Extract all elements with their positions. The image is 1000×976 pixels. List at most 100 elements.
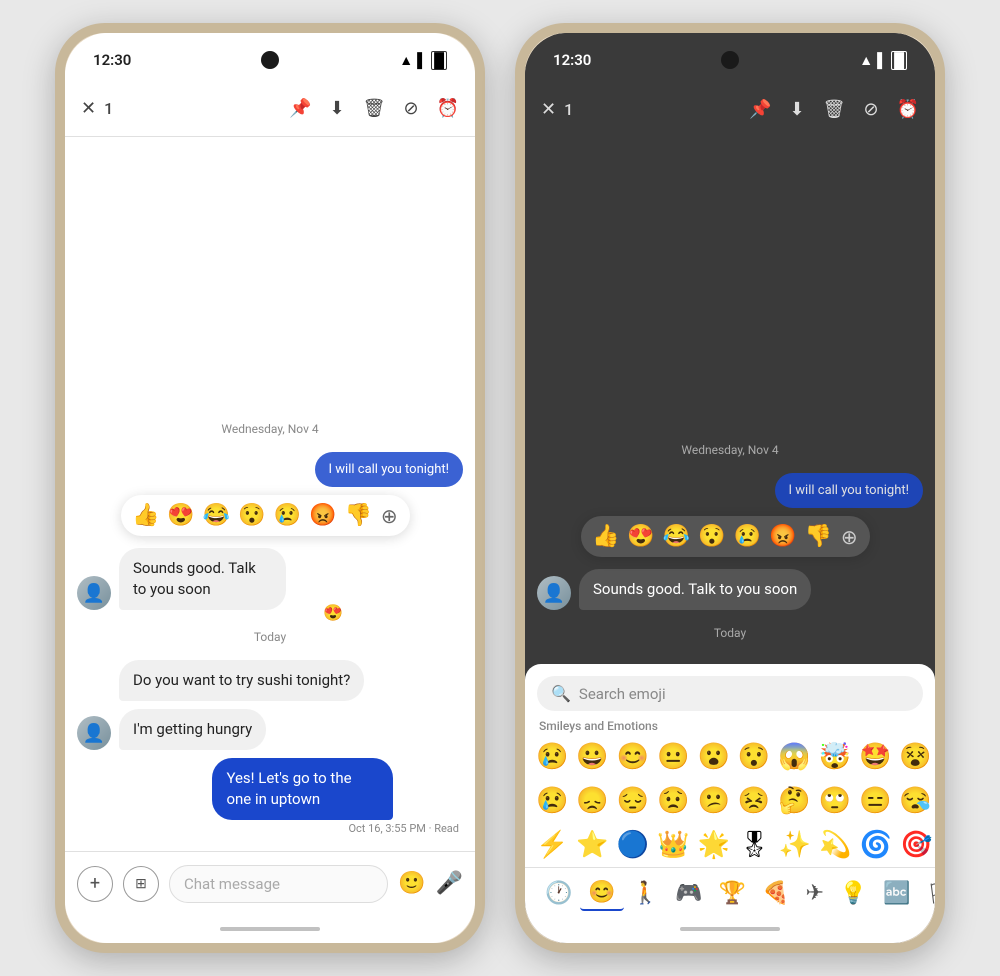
add-button[interactable]: + [77, 866, 113, 902]
power-button[interactable] [481, 173, 485, 233]
emoji-cell[interactable]: 😑 [856, 783, 894, 819]
reaction-bar-dark[interactable]: 👍 😍 😂 😯 😢 😡 👎 ⊕ [581, 516, 870, 557]
pin-icon[interactable]: 📌 [289, 98, 311, 119]
reaction-surprised-dark[interactable]: 😯 [695, 522, 728, 551]
sent-bubble-1: Yes! Let's go to the one in uptown [212, 758, 392, 820]
emoji-cell[interactable]: 😱 [775, 739, 813, 775]
emoji-cell[interactable]: 😢 [533, 739, 571, 775]
reaction-crying[interactable]: 😢 [271, 501, 304, 530]
emoji-cell[interactable]: 😪 [896, 783, 934, 819]
reaction-thumbs-up-dark[interactable]: 👍 [589, 522, 622, 551]
emoji-cell[interactable]: 😣 [735, 783, 773, 819]
media-button[interactable]: ⊞ [123, 866, 159, 902]
block-icon-dark[interactable]: ⊘ [863, 99, 878, 120]
emoji-cell[interactable]: 👑 [654, 827, 692, 863]
emoji-nav-food[interactable]: 🍕 [754, 877, 797, 910]
emoji-cell[interactable]: 😯 [735, 739, 773, 775]
truncated-bubble: I will call you tonight! [315, 452, 463, 487]
pin-icon-dark[interactable]: 📌 [749, 99, 771, 120]
emoji-cell[interactable]: 🤔 [775, 783, 813, 819]
reaction-heart-eyes-dark[interactable]: 😍 [624, 522, 657, 551]
reaction-angry-dark[interactable]: 😡 [766, 522, 799, 551]
vol-down-button[interactable] [55, 203, 59, 243]
reaction-surprised[interactable]: 😯 [235, 501, 268, 530]
delete-icon-dark[interactable]: 🗑 [823, 99, 846, 120]
emoji-cell[interactable]: 🌀 [857, 827, 895, 863]
received-msg-1-row: 👤 Sounds good. Talk to you soon 😍 [77, 548, 463, 610]
date-separator-dark-2: Today [537, 626, 923, 640]
emoji-cell[interactable]: 🌟 [695, 827, 733, 863]
received-msg-2-row: Do you want to try sushi tonight? [77, 660, 463, 701]
reaction-laughing-dark[interactable]: 😂 [660, 522, 693, 551]
close-icon[interactable]: ✕ [81, 98, 96, 119]
reaction-heart-eyes[interactable]: 😍 [164, 501, 197, 530]
emoji-nav-travel[interactable]: ✈ [797, 877, 831, 910]
reaction-laughing[interactable]: 😂 [200, 501, 233, 530]
vol-up-button[interactable] [55, 153, 59, 193]
reaction-bar[interactable]: 👍 😍 😂 😯 😢 😡 👎 ⊕ [121, 495, 410, 536]
reaction-angry[interactable]: 😡 [306, 501, 339, 530]
emoji-cell[interactable]: 😵 [896, 739, 934, 775]
emoji-navigation: 🕐 😊 🚶 🎮 🏆 🍕 ✈ 💡 🔤 🏳 ⌫ [525, 867, 935, 915]
emoji-cell[interactable]: 😊 [614, 739, 652, 775]
wifi-icon-dark: ▲ [859, 52, 873, 69]
reaction-add-icon-dark[interactable]: ⊕ [837, 523, 862, 551]
emoji-nav-objects[interactable]: 🏆 [711, 877, 754, 910]
archive-icon-dark[interactable]: ⬇ [790, 99, 805, 120]
emoji-grid-row-1: 😢 😀 😊 😐 😮 😯 😱 🤯 🤩 😵 [525, 739, 935, 783]
emoji-nav-people[interactable]: 🚶 [624, 877, 667, 910]
reaction-thumbs-down[interactable]: 👎 [341, 501, 374, 530]
wifi-icon: ▲ [399, 52, 413, 69]
emoji-cell[interactable]: ✨ [776, 827, 814, 863]
mic-button[interactable]: 🎤 [436, 871, 463, 896]
emoji-cell[interactable]: 🎖 [735, 827, 774, 863]
emoji-nav-flags[interactable]: 🏳 [919, 877, 935, 910]
camera [261, 51, 279, 69]
emoji-nav-smileys[interactable]: 😊 [580, 876, 623, 911]
emoji-nav-activities[interactable]: 🎮 [667, 877, 710, 910]
emoji-cell[interactable]: 🤯 [816, 739, 854, 775]
emoji-cell[interactable]: 😐 [654, 739, 692, 775]
snooze-icon-dark[interactable]: ⏰ [897, 99, 919, 120]
reaction-add-icon[interactable]: ⊕ [377, 502, 402, 530]
reaction-thumbs-up[interactable]: 👍 [129, 501, 162, 530]
reaction-crying-dark[interactable]: 😢 [731, 522, 764, 551]
emoji-cell[interactable]: 🤩 [856, 739, 894, 775]
home-bar [65, 915, 475, 943]
emoji-cell[interactable]: 😮 [695, 739, 733, 775]
vol-up-button-2[interactable] [515, 153, 519, 193]
emoji-cell[interactable]: 😟 [654, 783, 692, 819]
emoji-cell[interactable]: 😞 [573, 783, 611, 819]
emoji-cell[interactable]: 🔵 [614, 827, 652, 863]
home-bar-dark [525, 915, 935, 943]
emoji-cell[interactable]: 💫 [816, 827, 854, 863]
emoji-cell[interactable]: 😔 [614, 783, 652, 819]
emoji-cell[interactable]: ⭐ [573, 827, 611, 863]
snooze-icon[interactable]: ⏰ [437, 98, 459, 119]
vol-down-button-2[interactable] [515, 203, 519, 243]
delete-icon[interactable]: 🗑 [363, 98, 386, 119]
emoji-nav-symbols[interactable]: 💡 [832, 877, 875, 910]
message-input[interactable]: Chat message [169, 865, 388, 903]
emoji-cell[interactable]: 🙄 [816, 783, 854, 819]
home-indicator [220, 927, 320, 931]
emoji-search-placeholder[interactable]: Search emoji [579, 685, 909, 703]
archive-icon[interactable]: ⬇ [330, 98, 345, 119]
emoji-cell[interactable]: 😢 [533, 783, 571, 819]
emoji-search-bar[interactable]: 🔍 Search emoji [537, 676, 923, 711]
emoji-cell[interactable]: 🎯 [897, 827, 935, 863]
emoji-cell[interactable]: 😕 [695, 783, 733, 819]
emoji-cell[interactable]: 😀 [573, 739, 611, 775]
block-icon[interactable]: ⊘ [403, 98, 418, 119]
power-button-2[interactable] [941, 173, 945, 233]
emoji-nav-recent[interactable]: 🕐 [537, 877, 580, 910]
action-bar-left-dark: ✕ 1 [541, 99, 741, 120]
received-bubble-3: I'm getting hungry [119, 709, 266, 750]
emoji-button[interactable]: 🙂 [398, 871, 425, 896]
emoji-cell[interactable]: ⚡ [533, 827, 571, 863]
emoji-nav-text[interactable]: 🔤 [875, 877, 918, 910]
reaction-thumbs-down-dark[interactable]: 👎 [801, 522, 834, 551]
action-bar-left: ✕ 1 [81, 98, 281, 119]
phone-1: 12:30 ▲ ▌ █ ✕ 1 📌 ⬇ 🗑 ⊘ ⏰ Wedn [55, 23, 485, 953]
close-icon-dark[interactable]: ✕ [541, 99, 556, 120]
